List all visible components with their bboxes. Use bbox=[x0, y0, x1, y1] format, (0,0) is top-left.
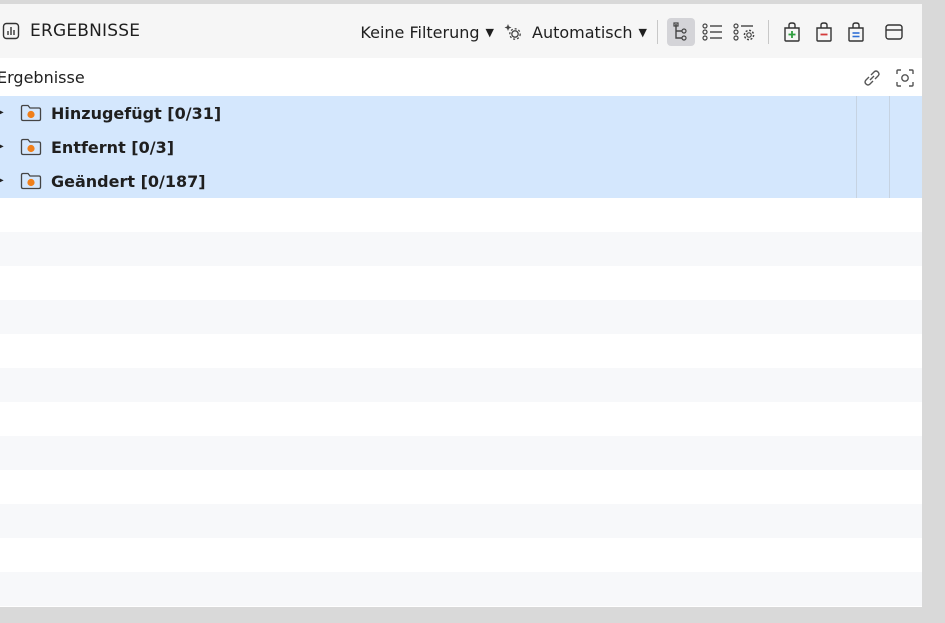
results-tree: ▶ Hinzugefügt [0/31] ▶ Entfernt [0/3] bbox=[0, 96, 922, 198]
empty-row bbox=[0, 232, 922, 266]
column-divider bbox=[889, 164, 890, 198]
empty-row bbox=[0, 198, 922, 232]
column-divider bbox=[889, 96, 890, 130]
column-divider bbox=[889, 130, 890, 164]
tree-row-label: Geändert [0/187] bbox=[51, 172, 206, 191]
panel-title-wrap: ERGEBNISSE bbox=[0, 20, 140, 42]
expand-arrow-icon[interactable]: ▶ bbox=[0, 175, 4, 186]
empty-row bbox=[0, 572, 922, 606]
empty-row bbox=[0, 402, 922, 436]
empty-row bbox=[0, 334, 922, 368]
bag-minus-icon bbox=[816, 22, 832, 42]
focus-icon[interactable] bbox=[892, 66, 918, 90]
toolbar-separator bbox=[768, 20, 769, 44]
list-view-button[interactable] bbox=[699, 18, 727, 46]
tree-row-removed[interactable]: ▶ Entfernt [0/3] bbox=[0, 130, 922, 164]
settings-sparkle-icon bbox=[503, 21, 525, 43]
bag-add-button[interactable] bbox=[778, 18, 806, 46]
bag-plus-icon bbox=[784, 22, 800, 42]
empty-row bbox=[0, 436, 922, 470]
empty-rows bbox=[0, 198, 922, 606]
column-divider bbox=[856, 130, 857, 164]
bag-changed-button[interactable] bbox=[842, 18, 870, 46]
caret-down-icon: ▼ bbox=[485, 25, 494, 39]
empty-row bbox=[0, 504, 922, 538]
panel-layout-button[interactable] bbox=[880, 18, 908, 46]
expand-arrow-icon[interactable]: ▶ bbox=[0, 141, 4, 152]
empty-row bbox=[0, 368, 922, 402]
bag-remove-button[interactable] bbox=[810, 18, 838, 46]
toolbar-separator bbox=[657, 20, 658, 44]
tree-row-label: Entfernt [0/3] bbox=[51, 138, 175, 157]
filter-dropdown[interactable]: Keine Filterung ▼ bbox=[357, 23, 497, 42]
tree-icon bbox=[673, 22, 687, 41]
folder-icon bbox=[20, 137, 42, 157]
tree-row-changed[interactable]: ▶ Geändert [0/187] bbox=[0, 164, 922, 198]
caret-down-icon: ▼ bbox=[638, 25, 647, 39]
mode-dropdown[interactable]: Automatisch ▼ bbox=[529, 23, 650, 42]
empty-row bbox=[0, 300, 922, 334]
folder-icon bbox=[20, 103, 42, 123]
tree-row-label: Hinzugefügt [0/31] bbox=[51, 104, 222, 123]
folder-icon bbox=[20, 171, 42, 191]
column-divider bbox=[856, 96, 857, 130]
column-divider bbox=[856, 164, 857, 198]
panel-toolbar: Keine Filterung ▼ Automatisch ▼ bbox=[357, 18, 910, 46]
mode-dropdown-label: Automatisch bbox=[532, 22, 633, 42]
bar-chart-icon bbox=[0, 20, 22, 42]
empty-row bbox=[0, 266, 922, 300]
bag-equal-icon bbox=[848, 22, 864, 42]
tree-row-added[interactable]: ▶ Hinzugefügt [0/31] bbox=[0, 96, 922, 130]
panel-icon bbox=[885, 24, 903, 40]
panel-title: ERGEBNISSE bbox=[30, 21, 141, 41]
expand-arrow-icon[interactable]: ▶ bbox=[0, 107, 4, 118]
empty-row bbox=[0, 538, 922, 572]
filter-dropdown-label: Keine Filterung bbox=[360, 22, 480, 42]
tree-view-button[interactable] bbox=[667, 18, 695, 46]
empty-row bbox=[0, 470, 922, 504]
panel-header: ERGEBNISSE Keine Filterung ▼ Automatisch… bbox=[0, 4, 922, 58]
list-gear-icon bbox=[733, 23, 755, 41]
column-header: Ergebnisse bbox=[0, 58, 922, 96]
link-icon[interactable] bbox=[859, 66, 885, 90]
results-panel: ERGEBNISSE Keine Filterung ▼ Automatisch… bbox=[0, 4, 922, 607]
results-column-header[interactable]: Ergebnisse bbox=[0, 68, 85, 87]
list-settings-button[interactable] bbox=[731, 18, 759, 46]
list-icon bbox=[702, 23, 722, 41]
